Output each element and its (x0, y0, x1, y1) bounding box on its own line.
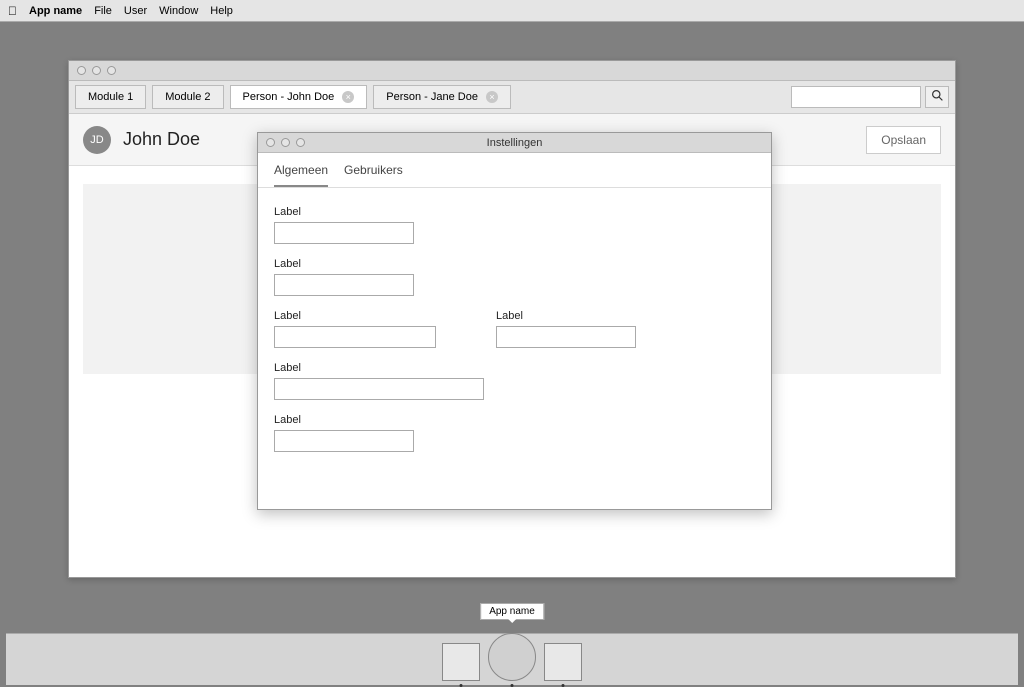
page-title: John Doe (123, 129, 200, 150)
form-field: Label (274, 310, 436, 348)
field-label: Label (274, 414, 755, 426)
menu-help[interactable]: Help (210, 5, 233, 17)
menubar-app-name[interactable]: App name (29, 5, 82, 17)
text-input[interactable] (274, 326, 436, 348)
save-button[interactable]: Opslaan (866, 126, 941, 154)
minimize-icon[interactable] (92, 66, 101, 75)
tab-label: Person - Jane Doe (386, 91, 478, 103)
menu-file[interactable]: File (94, 5, 112, 17)
search-button[interactable] (925, 86, 949, 108)
dock-app-tile[interactable] (544, 643, 582, 681)
avatar: JD (83, 126, 111, 154)
tab-person-john-doe[interactable]: Person - John Doe × (230, 85, 368, 109)
dialog-titlebar[interactable]: Instellingen (258, 133, 771, 153)
menu-user[interactable]: User (124, 5, 147, 17)
field-label: Label (496, 310, 636, 322)
menubar:  App name File User Window Help (0, 0, 1024, 22)
menu-window[interactable]: Window (159, 5, 198, 17)
tab-module-1[interactable]: Module 1 (75, 85, 146, 109)
dialog-tab-algemeen[interactable]: Algemeen (274, 163, 328, 187)
tab-close-icon[interactable]: × (342, 91, 354, 103)
tab-bar: Module 1 Module 2 Person - John Doe × Pe… (69, 81, 955, 114)
text-input[interactable] (274, 378, 484, 400)
form-field: Label (274, 258, 755, 296)
tab-close-icon[interactable]: × (486, 91, 498, 103)
search-input[interactable] (791, 86, 921, 108)
field-label: Label (274, 362, 755, 374)
dialog-tab-gebruikers[interactable]: Gebruikers (344, 163, 403, 187)
tab-label: Person - John Doe (243, 91, 335, 103)
field-label: Label (274, 258, 755, 270)
dock-app-circle[interactable]: App name (488, 633, 536, 681)
form-field: Label (274, 414, 755, 452)
tab-person-jane-doe[interactable]: Person - Jane Doe × (373, 85, 511, 109)
tab-module-2[interactable]: Module 2 (152, 85, 223, 109)
dialog-body: Label Label Label Label Label Label (258, 188, 771, 484)
dialog-tabs: Algemeen Gebruikers (258, 153, 771, 188)
dialog-title: Instellingen (258, 137, 771, 149)
form-field: Label (496, 310, 636, 348)
close-icon[interactable] (266, 138, 275, 147)
maximize-icon[interactable] (107, 66, 116, 75)
form-field: Label (274, 362, 755, 400)
field-label: Label (274, 310, 436, 322)
maximize-icon[interactable] (296, 138, 305, 147)
dock: App name (6, 633, 1018, 685)
tab-label: Module 1 (88, 91, 133, 103)
dock-app-tile[interactable] (442, 643, 480, 681)
text-input[interactable] (496, 326, 636, 348)
apple-icon[interactable]:  (8, 4, 17, 18)
settings-dialog: Instellingen Algemeen Gebruikers Label L… (257, 132, 772, 510)
field-label: Label (274, 206, 755, 218)
text-input[interactable] (274, 222, 414, 244)
text-input[interactable] (274, 274, 414, 296)
minimize-icon[interactable] (281, 138, 290, 147)
text-input[interactable] (274, 430, 414, 452)
dock-tooltip: App name (480, 603, 544, 620)
search-icon (931, 89, 944, 105)
tab-label: Module 2 (165, 91, 210, 103)
form-field: Label (274, 206, 755, 244)
window-titlebar[interactable] (69, 61, 955, 81)
close-icon[interactable] (77, 66, 86, 75)
